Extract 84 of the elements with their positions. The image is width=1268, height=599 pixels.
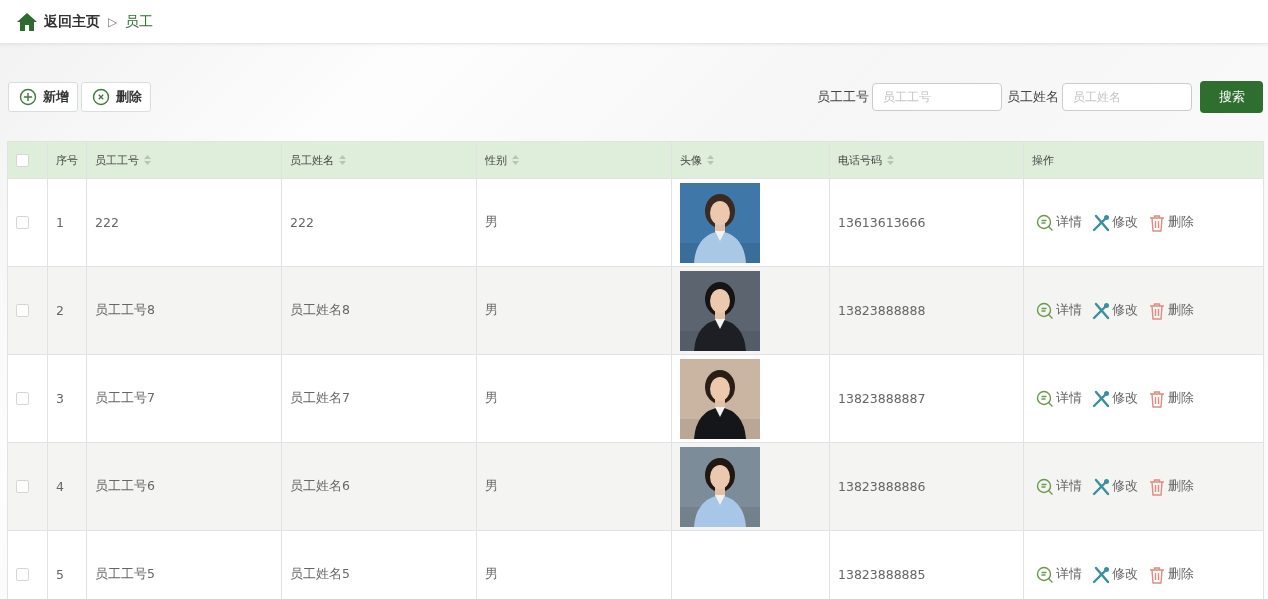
table-cell: 员工姓名5 bbox=[290, 566, 350, 581]
table-cell: 13823888887 bbox=[838, 391, 926, 406]
delete-link[interactable]: 删除 bbox=[1148, 389, 1194, 408]
edit-link[interactable]: 修改 bbox=[1092, 213, 1138, 232]
detail-link[interactable]: 详情 bbox=[1036, 301, 1082, 320]
edit-link[interactable]: 修改 bbox=[1092, 477, 1138, 496]
filter-label: 员工工号 bbox=[817, 88, 869, 106]
checkbox[interactable] bbox=[16, 568, 29, 581]
add-button[interactable]: 新增 bbox=[8, 82, 78, 112]
table-cell: 13823888886 bbox=[838, 479, 926, 494]
search-button[interactable]: 搜索 bbox=[1200, 81, 1263, 113]
table-cell: 13823888888 bbox=[838, 303, 926, 318]
table-cell: 员工工号7 bbox=[95, 390, 155, 405]
table-cell: 3 bbox=[56, 391, 64, 406]
trash-icon bbox=[1148, 389, 1166, 408]
table-cell: 2 bbox=[56, 303, 64, 318]
table-cell: 222 bbox=[290, 215, 314, 230]
sort-icon bbox=[512, 155, 519, 165]
home-link[interactable]: 返回主页 bbox=[16, 11, 100, 32]
sort-icon bbox=[707, 155, 714, 165]
sort-icon bbox=[144, 155, 151, 165]
table-cell: 5 bbox=[56, 567, 64, 582]
search-icon bbox=[1036, 213, 1054, 232]
tools-icon bbox=[1092, 389, 1110, 408]
table-cell: 男 bbox=[485, 478, 498, 493]
checkbox[interactable] bbox=[16, 480, 29, 493]
table-cell: 员工姓名7 bbox=[290, 390, 350, 405]
table-cell: 员工工号8 bbox=[95, 302, 155, 317]
tools-icon bbox=[1092, 213, 1110, 232]
search-icon bbox=[1036, 301, 1054, 320]
table-cell: 员工姓名8 bbox=[290, 302, 350, 317]
table-cell: 222 bbox=[95, 215, 119, 230]
search-icon bbox=[1036, 389, 1054, 408]
trash-icon bbox=[1148, 213, 1166, 232]
table-cell: 员工姓名6 bbox=[290, 478, 350, 493]
table-cell: 13823888885 bbox=[838, 567, 926, 582]
close-icon bbox=[92, 88, 110, 106]
breadcrumb-separator: ▷ bbox=[108, 14, 118, 29]
table-cell: 男 bbox=[485, 566, 498, 581]
checkbox[interactable] bbox=[16, 304, 29, 317]
column-header[interactable]: 头像 bbox=[680, 152, 714, 168]
table-cell: 员工工号5 bbox=[95, 566, 155, 581]
delete-link[interactable]: 删除 bbox=[1148, 301, 1194, 320]
table-cell: 男 bbox=[485, 214, 498, 229]
breadcrumb-current: 员工 bbox=[125, 12, 154, 31]
search-icon bbox=[1036, 477, 1054, 496]
table-cell: 员工工号6 bbox=[95, 478, 155, 493]
table-cell: 1 bbox=[56, 215, 64, 230]
delete-link[interactable]: 删除 bbox=[1148, 565, 1194, 584]
edit-link[interactable]: 修改 bbox=[1092, 565, 1138, 584]
detail-link[interactable]: 详情 bbox=[1036, 389, 1082, 408]
delete-button[interactable]: 删除 bbox=[81, 82, 151, 112]
column-header: 操作 bbox=[1032, 152, 1054, 168]
delete-link[interactable]: 删除 bbox=[1148, 213, 1194, 232]
edit-link[interactable]: 修改 bbox=[1092, 301, 1138, 320]
tools-icon bbox=[1092, 565, 1110, 584]
detail-link[interactable]: 详情 bbox=[1036, 477, 1082, 496]
trash-icon bbox=[1148, 477, 1166, 496]
detail-link[interactable]: 详情 bbox=[1036, 213, 1082, 232]
detail-link[interactable]: 详情 bbox=[1036, 565, 1082, 584]
column-header: 序号 bbox=[56, 152, 78, 168]
trash-icon bbox=[1148, 301, 1166, 320]
home-icon bbox=[16, 11, 38, 32]
table-cell: 4 bbox=[56, 479, 64, 494]
column-header[interactable]: 员工工号 bbox=[95, 152, 151, 168]
sort-icon bbox=[887, 155, 894, 165]
sort-icon bbox=[339, 155, 346, 165]
delete-link[interactable]: 删除 bbox=[1148, 477, 1194, 496]
tools-icon bbox=[1092, 477, 1110, 496]
checkbox[interactable] bbox=[16, 153, 29, 167]
checkbox[interactable] bbox=[16, 216, 29, 229]
column-header[interactable]: 电话号码 bbox=[838, 152, 894, 168]
column-header[interactable]: 员工姓名 bbox=[290, 152, 346, 168]
table-cell: 男 bbox=[485, 302, 498, 317]
search-icon bbox=[1036, 565, 1054, 584]
trash-icon bbox=[1148, 565, 1166, 584]
edit-link[interactable]: 修改 bbox=[1092, 389, 1138, 408]
plus-icon bbox=[19, 88, 37, 106]
filter-label: 员工姓名 bbox=[1007, 88, 1059, 106]
table-cell: 13613613666 bbox=[838, 215, 926, 230]
table-cell: 男 bbox=[485, 390, 498, 405]
column-header[interactable]: 性别 bbox=[485, 152, 519, 168]
checkbox[interactable] bbox=[16, 392, 29, 405]
tools-icon bbox=[1092, 301, 1110, 320]
